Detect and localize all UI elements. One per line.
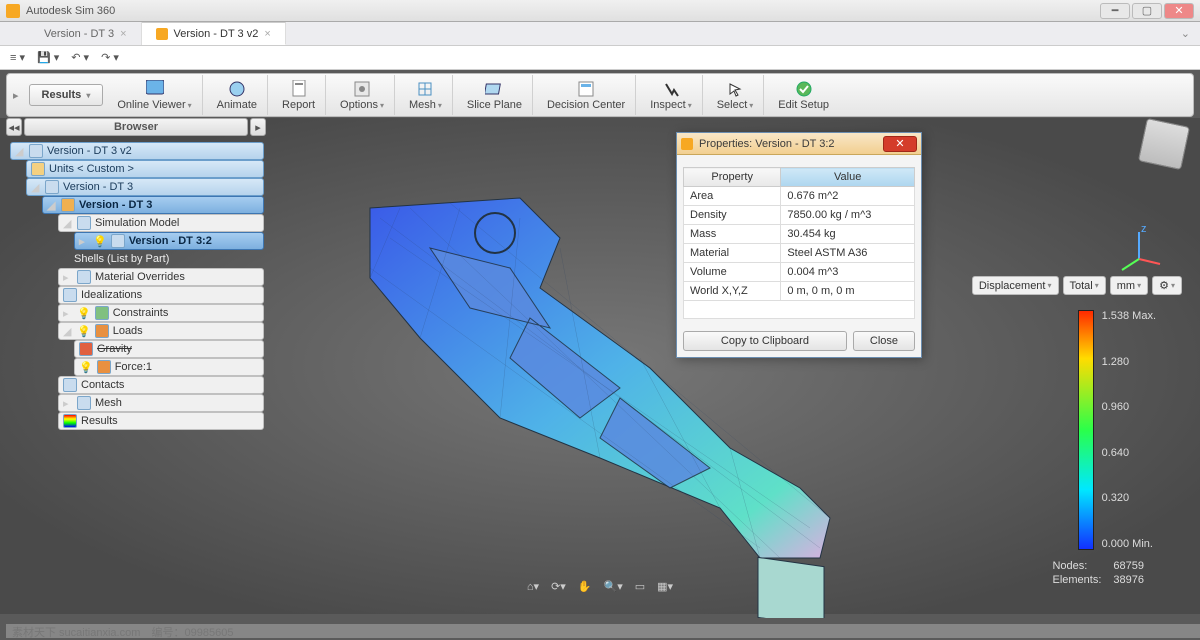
close-tab-icon[interactable]: × — [120, 28, 126, 40]
tree-force[interactable]: 💡Force:1 — [74, 358, 264, 376]
tree-instance-selected[interactable]: ▸💡Version - DT 3:2 — [74, 232, 264, 250]
viewport[interactable]: ◂◂ Browser ▸ ◢Version - DT 3 v2 Units < … — [0, 118, 1200, 614]
quick-access-toolbar: ≡ ▾ 💾 ▾ ↶ ▾ ↷ ▾ — [0, 46, 1200, 70]
tree-shells[interactable]: Shells (List by Part) — [74, 250, 264, 268]
tree-mesh[interactable]: ▸Mesh — [58, 394, 264, 412]
save-icon[interactable]: 💾 ▾ — [37, 51, 59, 64]
decision-center-button[interactable]: Decision Center — [537, 75, 636, 115]
inspect-button[interactable]: Inspect▾ — [640, 75, 702, 115]
col-property[interactable]: Property — [684, 168, 781, 187]
menu-icon[interactable]: ≡ ▾ — [10, 51, 25, 64]
browser-tree: ◢Version - DT 3 v2 Units < Custom > ◢Ver… — [6, 138, 266, 438]
tree-root[interactable]: ◢Version - DT 3 v2 — [10, 142, 264, 160]
table-row: World X,Y,Z0 m, 0 m, 0 m — [684, 282, 915, 301]
redo-icon[interactable]: ↷ ▾ — [101, 51, 119, 64]
tree-constraints[interactable]: ▸💡Constraints — [58, 304, 264, 322]
result-type-toolbar: Displacement ▾ Total ▾ mm ▾ ⚙ ▾ — [972, 276, 1182, 295]
tree-loads[interactable]: ◢💡Loads — [58, 322, 264, 340]
dialog-title: Properties: Version - DT 3:2 — [699, 138, 835, 150]
axis-gizmo[interactable]: z — [1114, 224, 1164, 274]
legend-tick: 0.000 Min. — [1102, 538, 1156, 550]
tree-simulation-model[interactable]: ◢Simulation Model — [58, 214, 264, 232]
tree-results[interactable]: Results — [58, 412, 264, 430]
online-viewer-button[interactable]: Online Viewer▾ — [107, 75, 202, 115]
window-titlebar: Autodesk Sim 360 ━ ▢ ✕ — [0, 0, 1200, 22]
select-button[interactable]: Select▾ — [707, 75, 765, 115]
legend-tick: 1.538 Max. — [1102, 310, 1156, 322]
watermark: 素材天下 sucaitianxia.com 编号：09985605 — [6, 624, 1200, 638]
navigation-bar: ⌂▾ ⟳▾ ✋ 🔍▾ ▭ ▦▾ — [0, 580, 1200, 600]
results-dropdown[interactable]: Results ▾ — [29, 84, 104, 106]
tree-contacts[interactable]: Contacts — [58, 376, 264, 394]
tree-part[interactable]: ◢Version - DT 3 — [26, 178, 264, 196]
svg-text:z: z — [1141, 224, 1147, 235]
grid-icon[interactable]: ▦▾ — [657, 580, 673, 600]
edit-setup-button[interactable]: Edit Setup — [768, 75, 839, 115]
tree-material-overrides[interactable]: ▸Material Overrides — [58, 268, 264, 286]
file-icon — [681, 138, 693, 150]
ribbon-toolbar: ▸ Results ▾ Online Viewer▾ Animate Repor… — [6, 73, 1194, 117]
app-title: Autodesk Sim 360 — [26, 5, 1100, 17]
tree-units[interactable]: Units < Custom > — [26, 160, 264, 178]
file-icon — [156, 28, 168, 40]
legend-gradient — [1078, 310, 1094, 550]
chevron-down-icon[interactable]: ⌄ — [1171, 22, 1200, 45]
document-tabs: Version - DT 3 × Version - DT 3 v2 × ⌄ — [0, 22, 1200, 46]
browser-header: Browser — [24, 118, 248, 136]
tree-gravity[interactable]: Gravity — [74, 340, 264, 358]
color-legend: 1.538 Max. 1.280 0.960 0.640 0.320 0.000… — [1078, 310, 1156, 550]
zoom-icon[interactable]: 🔍▾ — [604, 580, 623, 600]
table-row: MaterialSteel ASTM A36 — [684, 244, 915, 263]
table-row: Mass30.454 kg — [684, 225, 915, 244]
tree-part-selected[interactable]: ◢Version - DT 3 — [42, 196, 264, 214]
fit-icon[interactable]: ▭ — [635, 580, 645, 600]
animate-button[interactable]: Animate — [207, 75, 268, 115]
close-button[interactable]: Close — [853, 331, 915, 351]
orbit-icon[interactable]: ⟳▾ — [551, 580, 566, 600]
legend-tick: 1.280 — [1102, 356, 1156, 368]
report-button[interactable]: Report — [272, 75, 326, 115]
collapse-left-icon[interactable]: ◂◂ — [6, 118, 22, 136]
legend-tick: 0.640 — [1102, 447, 1156, 459]
tree-idealizations[interactable]: Idealizations — [58, 286, 264, 304]
table-row: Area0.676 m^2 — [684, 187, 915, 206]
minimize-button[interactable]: ━ — [1100, 3, 1130, 19]
undo-icon[interactable]: ↶ ▾ — [71, 51, 89, 64]
doc-tab-active[interactable]: Version - DT 3 v2 × — [142, 22, 286, 45]
window-close-button[interactable]: ✕ — [1164, 3, 1194, 19]
copy-to-clipboard-button[interactable]: Copy to Clipboard — [683, 331, 847, 351]
app-logo-icon — [6, 4, 20, 18]
settings-gear-icon[interactable]: ⚙ ▾ — [1152, 276, 1182, 295]
col-value[interactable]: Value — [781, 168, 915, 187]
properties-dialog: Properties: Version - DT 3:2 ✕ PropertyV… — [676, 132, 922, 358]
expand-right-icon[interactable]: ▸ — [250, 118, 266, 136]
result-quantity-dropdown[interactable]: Displacement ▾ — [972, 276, 1059, 295]
dialog-titlebar[interactable]: Properties: Version - DT 3:2 ✕ — [677, 133, 921, 155]
legend-tick: 0.960 — [1102, 401, 1156, 413]
close-tab-icon[interactable]: × — [264, 28, 270, 40]
mesh-button[interactable]: Mesh▾ — [399, 75, 453, 115]
options-button[interactable]: Options▾ — [330, 75, 395, 115]
browser-panel: ◂◂ Browser ▸ ◢Version - DT 3 v2 Units < … — [6, 118, 266, 438]
doc-tab-inactive[interactable]: Version - DT 3 × — [30, 22, 142, 45]
table-row: Density7850.00 kg / m^3 — [684, 206, 915, 225]
dialog-close-button[interactable]: ✕ — [883, 136, 917, 152]
legend-tick: 0.320 — [1102, 492, 1156, 504]
maximize-button[interactable]: ▢ — [1132, 3, 1162, 19]
table-row: Volume0.004 m^3 — [684, 263, 915, 282]
result-component-dropdown[interactable]: Total ▾ — [1063, 276, 1106, 295]
properties-table: PropertyValue Area0.676 m^2 Density7850.… — [683, 167, 915, 319]
units-dropdown[interactable]: mm ▾ — [1110, 276, 1148, 295]
ribbon-expand-icon[interactable]: ▸ — [13, 89, 19, 102]
view-cube[interactable] — [1138, 118, 1190, 170]
slice-plane-button[interactable]: Slice Plane — [457, 75, 533, 115]
home-icon[interactable]: ⌂▾ — [527, 580, 539, 600]
pan-icon[interactable]: ✋ — [578, 580, 592, 600]
